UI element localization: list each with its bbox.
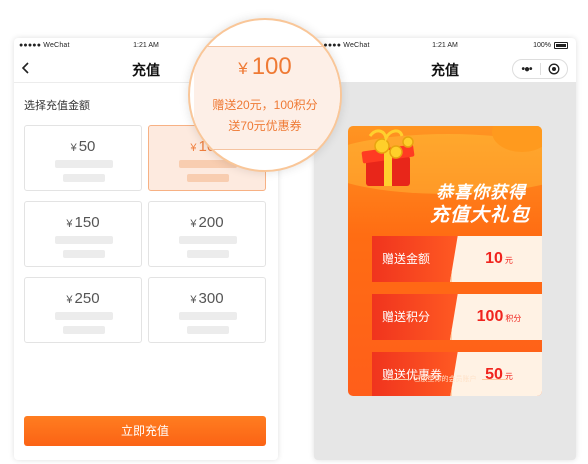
reward-row-points: 赠送积分 100 积分 <box>372 294 542 340</box>
reward-label: 赠送金额 <box>372 236 458 282</box>
recharge-now-button[interactable]: 立即充值 <box>24 416 266 446</box>
reward-unit: 元 <box>504 256 513 265</box>
option-amount: 300 <box>198 290 224 307</box>
option-amount: 250 <box>74 290 100 307</box>
currency-symbol: ¥ <box>238 59 248 78</box>
placeholder-bar <box>187 326 229 334</box>
amount-option-200[interactable]: ¥200 <box>148 201 266 267</box>
option-amount: 200 <box>198 214 224 231</box>
placeholder-bar <box>179 236 237 244</box>
bonus-line-2: 送70元优惠券 <box>228 119 302 133</box>
gift-package-card: 恭喜你获得 充值大礼包 赠送金额 10 元 赠送积分 100 积分 赠送优惠券 50… <box>348 126 542 396</box>
currency-symbol: ¥ <box>70 142 77 154</box>
nav-bar: 充值 •●• <box>314 54 576 82</box>
amount-option-150[interactable]: ¥150 <box>24 201 142 267</box>
option-amount: 150 <box>74 214 100 231</box>
amount-option-50[interactable]: ¥50 <box>24 125 142 191</box>
option-amount: 50 <box>78 138 96 155</box>
close-mini-program-icon[interactable] <box>541 63 567 75</box>
placeholder-bar <box>55 236 113 244</box>
placeholder-bar <box>63 326 105 334</box>
battery-icon <box>554 42 568 49</box>
battery-percent: 100% <box>533 42 551 49</box>
magnified-amount: ¥100 <box>190 53 340 81</box>
more-icon[interactable]: •●• <box>513 64 540 75</box>
amount-option-250[interactable]: ¥250 <box>24 277 142 343</box>
amount-option-300[interactable]: ¥300 <box>148 277 266 343</box>
status-bar: ●●●●● WeChat 1:21 AM 100% <box>314 38 576 54</box>
placeholder-bar <box>187 174 229 182</box>
gift-title-line2: 充值大礼包 <box>429 205 530 226</box>
placeholder-bar <box>55 312 113 320</box>
bonus-line-1: 赠送20元，100积分 <box>212 98 318 112</box>
reward-value: 100 积分 <box>450 294 542 340</box>
magnifier-callout: ¥100 赠送20元，100积分 送70元优惠券 <box>188 18 342 172</box>
placeholder-bar <box>179 312 237 320</box>
currency-symbol: ¥ <box>66 218 73 230</box>
right-phone: ●●●●● WeChat 1:21 AM 100% 充值 •●• 恭喜你获得 充… <box>314 38 576 460</box>
currency-symbol: ¥ <box>190 218 197 230</box>
reward-label: 赠送积分 <box>372 294 458 340</box>
canvas: ●●●●● WeChat 1:21 AM 充值 选择充值金额 ¥50 ¥100 … <box>0 0 588 464</box>
mini-program-capsule: •●• <box>512 59 568 79</box>
placeholder-bar <box>55 160 113 168</box>
reward-number: 100 <box>476 308 504 325</box>
magnified-amount-value: 100 <box>251 53 292 80</box>
placeholder-bar <box>187 250 229 258</box>
currency-symbol: ¥ <box>66 294 73 306</box>
section-label: 选择充值金额 <box>24 100 90 112</box>
placeholder-bar <box>63 174 105 182</box>
reward-value: 10 元 <box>450 236 542 282</box>
reward-number: 10 <box>485 250 503 267</box>
gift-footer-note: 已放至你的会员账户 <box>348 374 542 384</box>
placeholder-bar <box>63 250 105 258</box>
gift-box-icon <box>361 129 415 186</box>
reward-unit: 积分 <box>505 314 522 323</box>
reward-row-amount: 赠送金额 10 元 <box>372 236 542 282</box>
battery-indicator: 100% <box>533 42 568 49</box>
currency-symbol: ¥ <box>190 294 197 306</box>
